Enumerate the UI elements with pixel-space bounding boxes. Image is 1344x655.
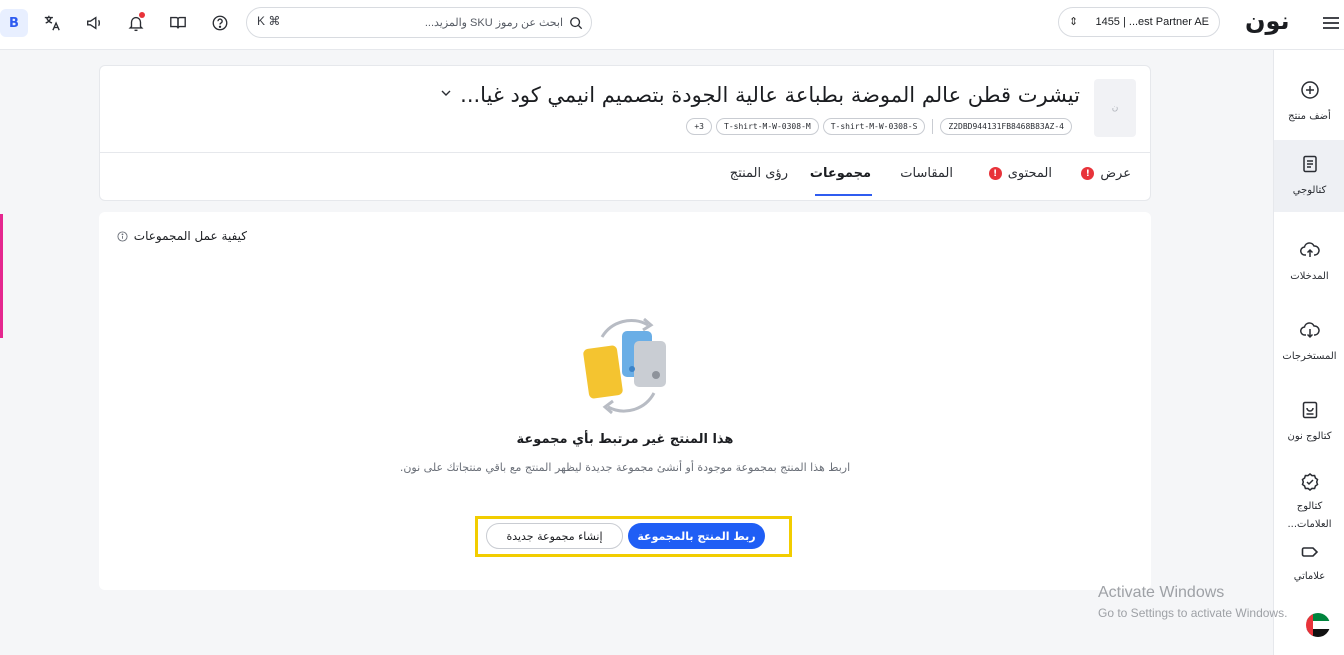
menu-icon[interactable] [1322, 15, 1340, 31]
tab-content[interactable]: المحتوى ! [988, 166, 1052, 181]
tab-sizes[interactable]: المقاسات [900, 166, 953, 181]
search-input[interactable]: K ⌘ ابحث عن رموز SKU والمزيد... [246, 7, 592, 38]
search-placeholder: ابحث عن رموز SKU والمزيد... [424, 17, 563, 29]
info-icon [117, 230, 128, 242]
book-icon [1302, 401, 1317, 419]
notifications-icon[interactable] [122, 9, 150, 37]
groups-illustration [583, 317, 666, 415]
sku-chip[interactable]: T-shirt-M-W-0308-S [822, 118, 926, 135]
product-title: تيشرت قطن عالم الموضة بطباعة عالية الجود… [460, 83, 1080, 107]
sku-chip-partner[interactable]: Z2DBD944131FB8468B83AZ-4 [940, 118, 1072, 135]
search-icon [570, 17, 583, 30]
product-tabs: عرض ! المحتوى ! المقاسات مجموعات رؤى الم… [100, 152, 1150, 201]
sidebar-item-noon-catalog[interactable]: كتالوج نون [1274, 390, 1344, 445]
tab-label: عرض [1100, 166, 1131, 181]
error-icon: ! [988, 167, 1002, 180]
notification-dot [139, 12, 145, 18]
sidebar-item-label-line1: كتالوج [1296, 501, 1323, 512]
how-groups-work-link[interactable]: كيفية عمل المجموعات [117, 229, 247, 243]
sku-chip[interactable]: T-shirt-M-W-0308-M [716, 118, 819, 135]
tab-groups[interactable]: مجموعات [810, 166, 871, 181]
sidebar-item-label: المدخلات [1290, 271, 1329, 282]
product-thumbnail[interactable]: ن [1094, 79, 1136, 137]
product-header-card: ن تيشرت قطن عالم الموضة بطباعة عالية الج… [99, 65, 1151, 201]
chevron-updown-icon: ⇕ [1069, 15, 1079, 28]
sidebar: أضف منتج كتالوجي المدخلات المستخرجات كتا… [1273, 50, 1344, 655]
windows-watermark-subtitle: Go to Settings to activate Windows. [1098, 606, 1288, 620]
error-icon: ! [1081, 167, 1095, 180]
sidebar-item-label: كتالوجي [1292, 185, 1327, 196]
sku-chips: Z2DBD944131FB8468B83AZ-4 T-shirt-M-W-030… [686, 118, 1072, 135]
partner-name: 1455 | ...est Partner AE [1095, 16, 1209, 28]
book-open-icon[interactable] [164, 9, 192, 37]
tab-label: رؤى المنتج [729, 166, 788, 181]
sidebar-item-label: المستخرجات [1282, 351, 1337, 362]
sidebar-item-my-catalog[interactable]: كتالوجي [1274, 140, 1344, 212]
groups-panel: كيفية عمل المجموعات هذا المنتج غير مرتبط… [99, 212, 1151, 590]
link-to-group-button[interactable]: ربط المنتج بالمجموعة [628, 523, 765, 549]
noon-logo[interactable]: نون [1245, 7, 1291, 35]
sidebar-item-brand-catalog[interactable]: كتالوج العلامات... [1274, 462, 1344, 534]
search-shortcut: K ⌘ [257, 14, 281, 28]
sidebar-item-label: كتالوج نون [1287, 431, 1332, 442]
sidebar-item-downloads[interactable]: المستخرجات [1274, 310, 1344, 365]
how-groups-work-label: كيفية عمل المجموعات [133, 229, 247, 243]
windows-watermark-title: Activate Windows [1098, 584, 1225, 601]
translate-icon[interactable] [38, 9, 66, 37]
partner-selector[interactable]: ⇕ 1455 | ...est Partner AE [1058, 7, 1220, 37]
uae-flag-icon[interactable] [1306, 613, 1330, 637]
empty-state-subtitle: اربط هذا المنتج بمجموعة موجودة أو أنشئ م… [399, 461, 851, 474]
empty-state-title: هذا المنتج غير مرتبط بأي مجموعة [516, 432, 734, 447]
more-chips-badge[interactable]: +3 [686, 118, 712, 135]
sidebar-item-label-line2: العلامات... [1287, 519, 1332, 530]
tab-product-insights[interactable]: رؤى المنتج [730, 166, 788, 181]
tab-display[interactable]: عرض ! [1081, 166, 1131, 181]
sidebar-item-label: علاماتي [1293, 571, 1326, 582]
sidebar-item-add-product[interactable]: أضف منتج [1274, 70, 1344, 125]
tab-label: مجموعات [809, 166, 871, 181]
side-indicator-bar [0, 214, 3, 338]
chevron-down-icon[interactable] [440, 87, 452, 99]
user-avatar[interactable]: B [0, 9, 28, 37]
chip-divider [932, 119, 934, 134]
upload-cloud-icon [1299, 242, 1320, 257]
sidebar-item-my-brands[interactable]: علاماتي [1274, 534, 1344, 585]
help-icon[interactable] [206, 9, 234, 37]
top-bar: B K ⌘ ابحث عن رموز SKU والمزيد... ⇕ 1455… [0, 0, 1344, 50]
megaphone-icon[interactable] [80, 9, 108, 37]
sidebar-item-label: كتالوج العلامات... [1288, 498, 1332, 534]
tab-label: المقاسات [900, 166, 953, 181]
tag-icon [1301, 547, 1318, 557]
plus-circle-icon [1300, 81, 1319, 99]
catalog-icon [1302, 155, 1317, 173]
verified-badge-icon [1301, 473, 1318, 491]
create-new-group-button[interactable]: إنشاء مجموعة جديدة [486, 523, 623, 549]
download-cloud-icon [1299, 322, 1320, 339]
tab-label: المحتوى [1007, 166, 1052, 181]
sidebar-item-label: أضف منتج [1288, 111, 1331, 122]
active-tab-indicator [815, 194, 872, 196]
sidebar-item-uploads[interactable]: المدخلات [1274, 230, 1344, 285]
